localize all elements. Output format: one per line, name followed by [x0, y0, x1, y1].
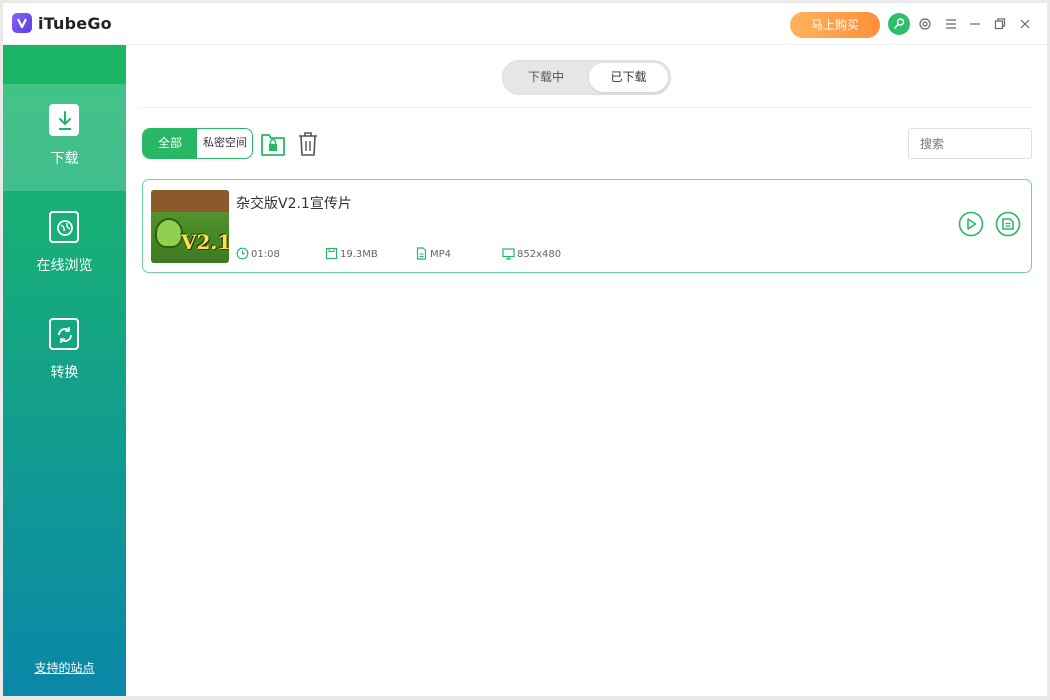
restore-icon[interactable]: [991, 15, 1009, 33]
file-icon: [416, 247, 427, 260]
app-window: iTubeGo 马上购买 下载 在线浏览 转换 支持的站点 下载中 已下载 全部…: [3, 3, 1047, 696]
monitor-icon: [502, 248, 515, 260]
lock-folder-icon[interactable]: [260, 130, 286, 158]
sidebar-top: [3, 45, 126, 83]
menu-icon[interactable]: [942, 15, 960, 33]
tab-downloaded[interactable]: 已下载: [589, 63, 668, 92]
open-folder-icon[interactable]: [995, 211, 1021, 237]
sidebar-item-label: 转换: [50, 365, 79, 381]
divider: [141, 107, 1032, 108]
filter-private-button[interactable]: 私密空间: [197, 129, 252, 158]
trash-icon[interactable]: [296, 130, 320, 158]
resolution-value: 852x480: [517, 249, 562, 260]
format-value: MP4: [430, 249, 452, 260]
sidebar-item-label: 下载: [50, 151, 79, 167]
supported-sites-link[interactable]: 支持的站点: [3, 659, 126, 676]
browser-icon: [49, 211, 79, 243]
close-icon[interactable]: [1016, 15, 1034, 33]
filter-toggle: 全部 私密空间: [142, 128, 253, 159]
convert-icon: [49, 318, 79, 350]
video-title: 杂交版V2.1宣传片: [236, 196, 352, 212]
duration-value: 01:08: [251, 249, 280, 260]
app-title: iTubeGo: [38, 14, 112, 33]
video-thumbnail: V2.1: [151, 190, 229, 263]
sidebar-item-download[interactable]: 下载: [3, 84, 126, 191]
save-icon: [325, 247, 338, 260]
sidebar: 下载 在线浏览 转换 支持的站点: [3, 45, 126, 696]
download-icon: [49, 104, 79, 136]
gear-icon[interactable]: [916, 15, 934, 33]
title-bar: iTubeGo 马上购买: [3, 3, 1047, 45]
buy-now-button[interactable]: 马上购买: [790, 12, 880, 38]
minimize-icon[interactable]: [966, 15, 984, 33]
size-value: 19.3MB: [340, 249, 378, 260]
thumbnail-text: V2.1: [181, 230, 229, 254]
search-input[interactable]: [908, 128, 1032, 159]
filter-all-button[interactable]: 全部: [143, 129, 197, 158]
sidebar-item-label: 在线浏览: [36, 258, 93, 274]
video-list-item[interactable]: V2.1 杂交版V2.1宣传片 01:08 19.3MB MP4 852x480: [142, 179, 1032, 273]
itubego-logo-icon: [12, 13, 32, 33]
tab-downloading[interactable]: 下载中: [506, 63, 586, 92]
sidebar-item-convert[interactable]: 转换: [3, 298, 126, 405]
play-icon[interactable]: [958, 211, 984, 237]
download-tabs: 下载中 已下载: [502, 60, 671, 95]
key-icon[interactable]: [888, 13, 910, 35]
clock-icon: [236, 247, 249, 260]
sidebar-item-browse[interactable]: 在线浏览: [3, 191, 126, 298]
